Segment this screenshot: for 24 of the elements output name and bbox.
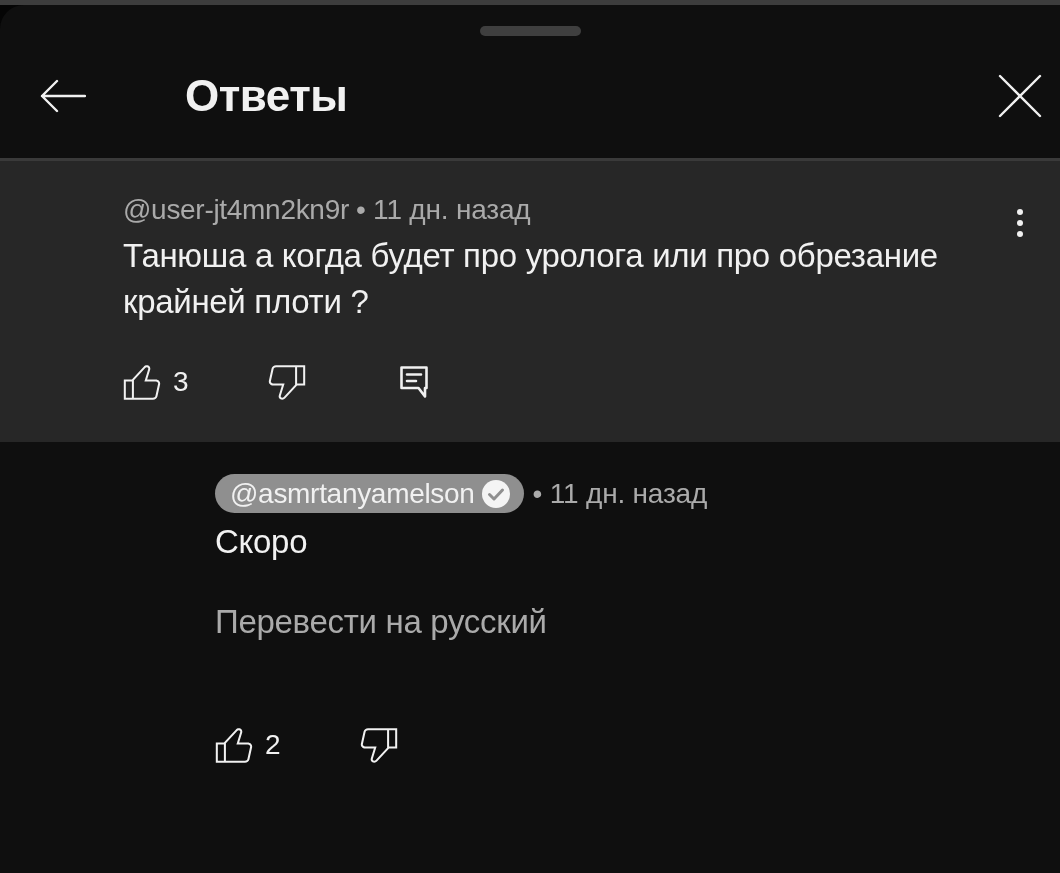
comment-time: • 11 дн. назад (355, 195, 531, 225)
close-icon (998, 74, 1042, 118)
more-button[interactable] (1016, 209, 1024, 237)
reply-comment-icon (400, 366, 428, 398)
like-button[interactable]: 3 (123, 363, 189, 401)
comment-text: Танюша а когда будет про уролога или про обрезание крайней плоти ? (123, 236, 939, 322)
reply-button[interactable] (400, 366, 428, 398)
sheet-title: Ответы (185, 70, 348, 122)
close-button[interactable] (998, 74, 1042, 118)
comment-time: • 11 дн. назад (532, 478, 708, 509)
dislike-button[interactable] (268, 363, 306, 401)
back-arrow-icon (40, 79, 86, 113)
drag-handle[interactable] (479, 26, 581, 36)
translate-link[interactable]: Перевести на русский (215, 602, 547, 642)
dislike-button[interactable] (360, 726, 398, 764)
like-button[interactable]: 2 (215, 726, 281, 764)
comment-text: Скоро (215, 522, 309, 562)
back-button[interactable] (40, 79, 86, 113)
author-name[interactable]: @user-jt4mn2kn9r (123, 195, 349, 225)
thumbs-down-icon (268, 363, 306, 401)
thumbs-down-icon (360, 726, 398, 764)
thumbs-up-icon (123, 363, 161, 401)
vertical-dots-icon (1016, 209, 1024, 237)
thumbs-up-icon (215, 726, 253, 764)
